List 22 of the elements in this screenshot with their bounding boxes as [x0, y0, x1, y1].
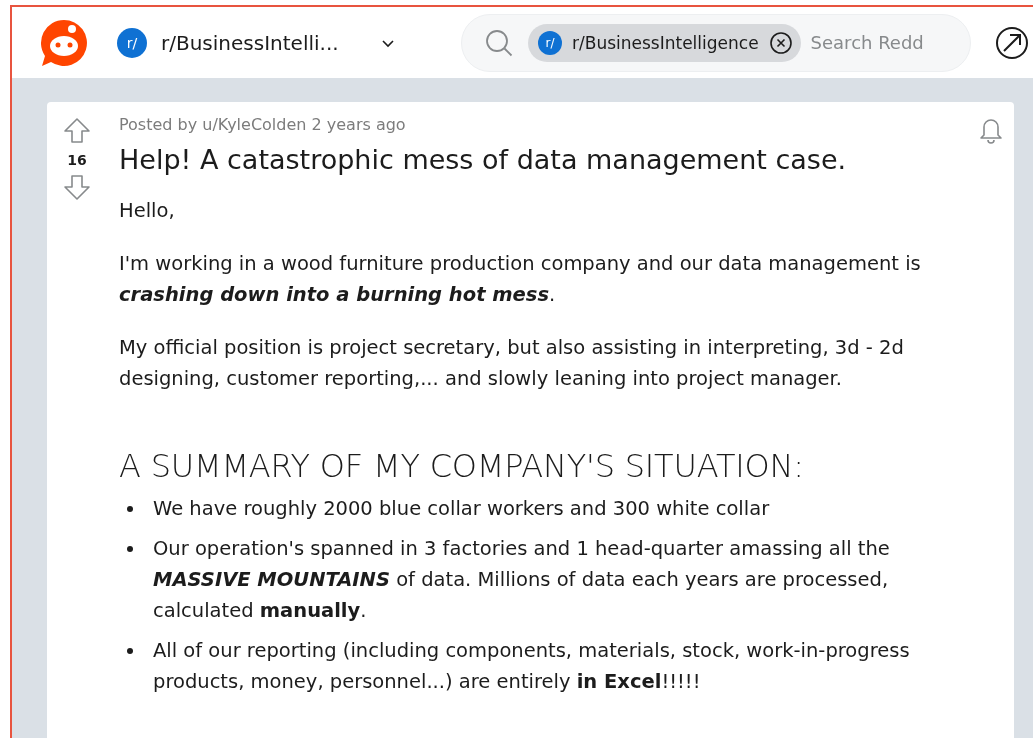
bullet-dot	[127, 506, 133, 512]
bullet-dot	[127, 648, 133, 654]
arrow-circle-icon[interactable]	[995, 25, 1029, 60]
paragraph: Hello,	[119, 198, 176, 224]
downvote-icon[interactable]	[62, 172, 92, 202]
close-icon[interactable]	[768, 30, 793, 55]
search-field[interactable]: r/ r/BusinessIntelligence Search Redd	[461, 13, 971, 72]
post-title: Help! A catastrophic mess of data management case.	[119, 144, 848, 175]
section-heading: A SUMMARY OF MY COMPANY'S SITUATION:	[119, 447, 805, 485]
list-item: We have roughly 2000 blue collar workers and 300 white collar	[153, 496, 770, 522]
community-chip[interactable]: r/ r/BusinessIntelligence	[528, 23, 801, 62]
bullet-dot	[127, 546, 133, 552]
paragraph: I'm working in a wood furniture production company and our data management is crashing down into a burning hot mess.	[119, 251, 922, 308]
vote-count: 16	[67, 152, 87, 168]
post-meta: Posted by u/KyleColden 2 years ago	[119, 115, 407, 134]
search-icon	[484, 27, 514, 58]
paragraph: My official position is project secretary, but also assisting in interpreting, 3d - 2d designing, customer reporting,... and slowly leaning into project manager.	[119, 335, 905, 392]
list-item: All of our reporting (including components, materials, stock, work-in-progress products, money, personnel...) are entirely in Excel!!!!!	[153, 638, 911, 695]
upvote-icon[interactable]	[62, 116, 92, 146]
community-selector[interactable]: r/ r/BusinessIntelli...	[117, 27, 417, 58]
logo-icon[interactable]	[39, 17, 89, 68]
list-item: Our operation's spanned in 3 factories and 1 head-quarter amassing all the MASSIVE MOUNTAINS of data. Millions of data each years are processed, calculated manually.	[153, 536, 891, 624]
